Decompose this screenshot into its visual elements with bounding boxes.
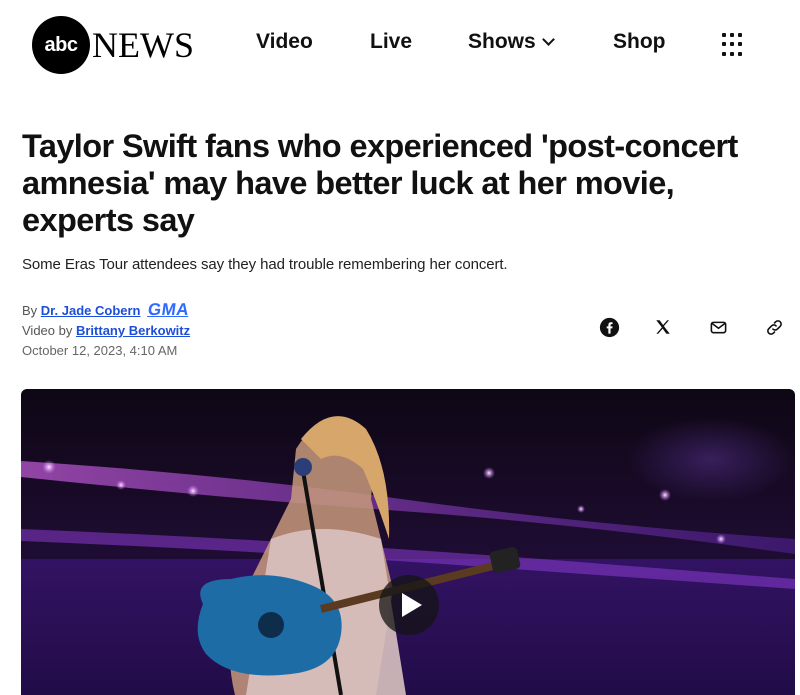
author-link[interactable]: Dr. Jade Cobern <box>41 303 141 318</box>
facebook-icon[interactable] <box>598 316 620 338</box>
gma-logo[interactable]: GMA <box>147 300 191 320</box>
link-icon[interactable] <box>763 316 785 338</box>
video-credit-line: Video by Brittany Berkowitz <box>22 321 190 341</box>
concert-photo <box>21 416 795 695</box>
play-button[interactable] <box>379 575 439 635</box>
chevron-down-icon <box>541 33 555 46</box>
abc-logo-badge: abc <box>32 16 90 74</box>
article-subheadline: Some Eras Tour attendees say they had tr… <box>22 256 508 273</box>
video-by-prefix: Video by <box>22 323 73 338</box>
site-header: abc NEWS Video Live Shows Shop <box>0 0 800 92</box>
mail-icon[interactable] <box>707 316 729 338</box>
nav-live[interactable]: Live <box>370 30 412 54</box>
article-headline: Taylor Swift fans who experienced 'post-… <box>22 128 738 238</box>
author-line: By Dr. Jade Cobern GMA <box>22 300 191 321</box>
play-icon <box>401 593 422 617</box>
nav-video[interactable]: Video <box>256 30 313 54</box>
video-player[interactable] <box>21 389 795 695</box>
logo-wordmark: NEWS <box>92 25 194 65</box>
video-author-link[interactable]: Brittany Berkowitz <box>76 323 190 338</box>
nav-shop[interactable]: Shop <box>613 30 666 54</box>
page: abc NEWS Video Live Shows Shop Taylor Sw… <box>0 0 800 695</box>
nav-shows-label: Shows <box>468 30 536 53</box>
grid-menu-icon[interactable] <box>722 33 746 57</box>
publish-date: October 12, 2023, 4:10 AM <box>22 343 178 358</box>
x-icon[interactable] <box>652 316 674 338</box>
byline: By Dr. Jade Cobern GMA Video by Brittany… <box>22 300 191 361</box>
nav-shows[interactable]: Shows <box>468 30 555 54</box>
by-prefix: By <box>22 303 38 318</box>
abc-news-logo[interactable]: abc NEWS <box>32 16 194 74</box>
